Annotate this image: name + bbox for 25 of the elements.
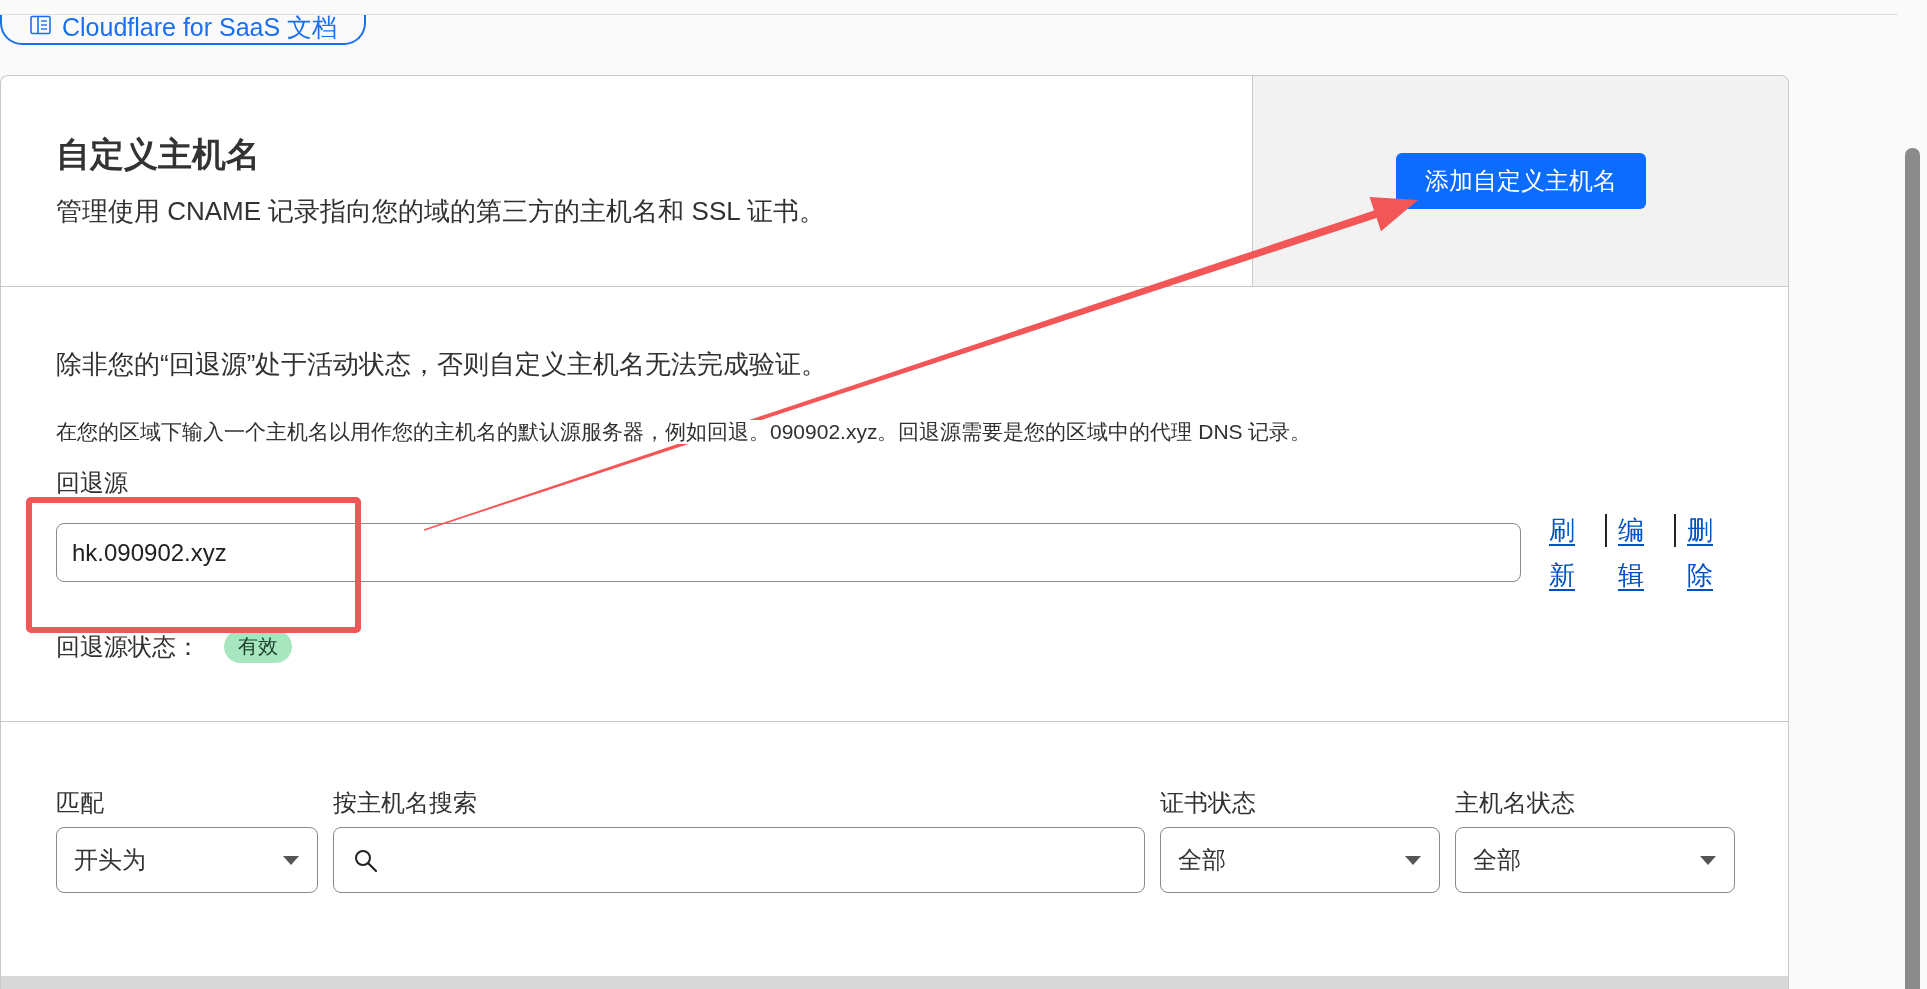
status-label: 回退源状态：: [56, 632, 200, 662]
caret-icon: [1700, 855, 1716, 865]
book-icon: [30, 15, 51, 35]
dropdown[interactable]: 开头为: [56, 827, 318, 893]
action-link[interactable]: 刷新: [1549, 507, 1575, 598]
field-label: 回退源: [56, 468, 129, 498]
field-label: 主机名状态: [1455, 788, 1576, 818]
caret-icon: [1405, 855, 1421, 865]
docs-button[interactable]: Cloudflare for SaaS 文档: [0, 15, 367, 45]
field-label: 按主机名搜索: [333, 788, 478, 818]
field-label: 匹配: [56, 788, 105, 818]
page-description: 管理使用 CNAME 记录指向您的域的第三方的主机名和 SSL 证书。: [56, 195, 826, 228]
action-link[interactable]: 删除: [1687, 507, 1713, 598]
input-field[interactable]: hk.090902.xyz: [56, 523, 1521, 582]
page-title: 自定义主机名: [56, 134, 261, 175]
notice-text: 除非您的“回退源”处于活动状态，否则自定义主机名无法完成验证。: [56, 348, 829, 381]
search-field[interactable]: [333, 827, 1145, 893]
field-label: 证书状态: [1160, 788, 1257, 818]
add-hostname-button[interactable]: 添加自定义主机名: [1395, 153, 1646, 209]
scrollbar[interactable]: [1905, 148, 1920, 989]
dropdown[interactable]: 全部: [1160, 827, 1440, 893]
search-icon: [354, 848, 377, 872]
dropdown[interactable]: 全部: [1455, 827, 1735, 893]
action-link[interactable]: 编辑: [1618, 507, 1644, 598]
caret-icon: [283, 855, 299, 865]
